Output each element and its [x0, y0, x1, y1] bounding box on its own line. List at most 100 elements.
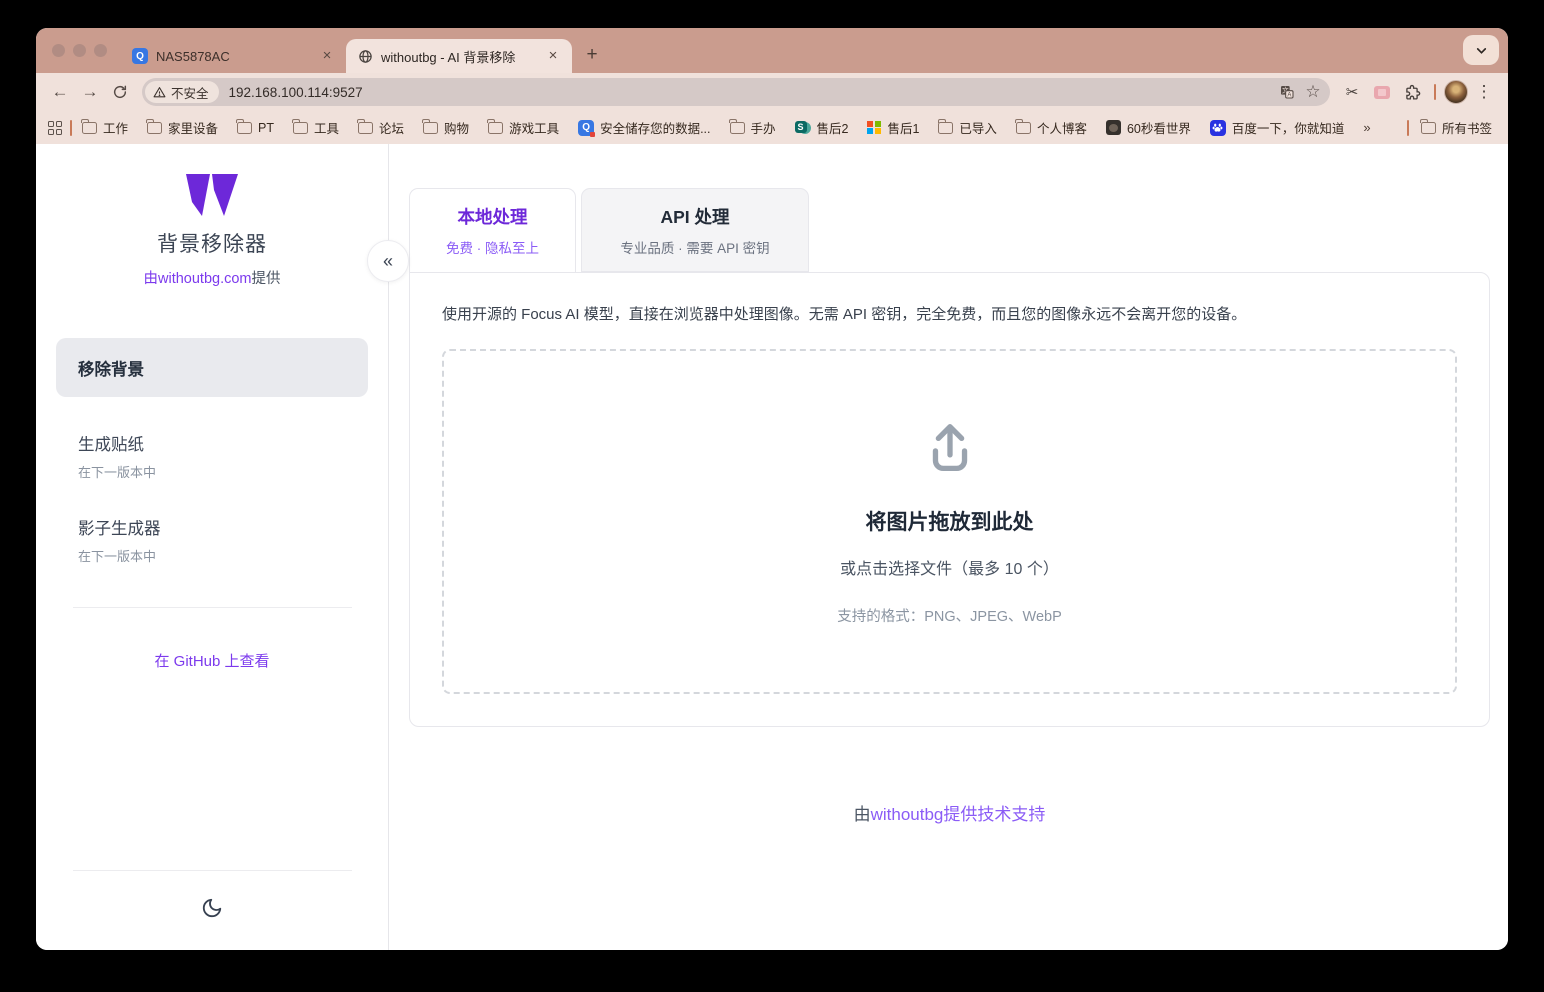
bookmark-folder[interactable]: 游戏工具 [488, 118, 559, 137]
bookmark-folder[interactable]: 工作 [82, 118, 128, 137]
folder-icon [147, 122, 162, 134]
github-link[interactable]: 在 GitHub 上查看 [154, 650, 269, 671]
page-content: « 背景移除器 由withoutbg.com提供 移除背景 生成贴纸 在下一版本… [36, 144, 1508, 950]
bookmark-label: 手办 [751, 118, 776, 137]
apps-grid-icon[interactable] [48, 121, 62, 135]
folder-icon [293, 122, 308, 134]
bookmark-baidu[interactable]: 百度一下，你就知道 [1210, 118, 1345, 137]
puzzle-icon [1404, 84, 1421, 101]
bookmark-label: 工作 [103, 118, 128, 137]
translate-button[interactable]: 文 A [1274, 79, 1300, 105]
bookmark-qnap[interactable]: Q 安全储存您的数据... [578, 118, 710, 137]
sidebar-item-generate-sticker[interactable]: 生成贴纸 在下一版本中 [56, 431, 368, 481]
close-tab-icon[interactable]: × [318, 47, 336, 65]
bookmark-folder[interactable]: 手办 [730, 118, 776, 137]
svg-text:A: A [1287, 93, 1291, 99]
address-bar[interactable]: 不安全 192.168.100.114:9527 文 A ☆ [142, 78, 1330, 106]
all-bookmarks-button[interactable]: 所有书签 [1421, 118, 1492, 137]
tab-api-processing[interactable]: API 处理 专业品质 · 需要 API 密钥 [581, 188, 809, 272]
folder-icon [1016, 122, 1031, 134]
bookmarks-separator [70, 120, 72, 136]
bookmark-folder[interactable]: 论坛 [358, 118, 404, 137]
upload-icon [919, 418, 981, 480]
bookmark-folder[interactable]: 购物 [423, 118, 469, 137]
dropzone-subline: 或点击选择文件（最多 10 个） [840, 555, 1059, 579]
reload-button[interactable] [106, 78, 134, 106]
tab-title: 本地处理 [458, 204, 528, 229]
footer-link[interactable]: withoutbg提供技术支持 [871, 805, 1046, 824]
minimize-window-button[interactable] [73, 44, 86, 57]
sharepoint-icon: S [795, 120, 811, 136]
folder-icon [82, 122, 97, 134]
tab-subtitle: 专业品质 · 需要 API 密钥 [620, 237, 769, 257]
tab-search-button[interactable] [1463, 35, 1499, 65]
dropzone-headline: 将图片拖放到此处 [866, 506, 1034, 536]
sidebar-collapse-button[interactable]: « [367, 240, 409, 282]
folder-icon [488, 122, 503, 134]
bookmark-label: 安全储存您的数据... [600, 118, 710, 137]
url-text[interactable]: 192.168.100.114:9527 [229, 85, 1274, 100]
tab-subtitle: 免费 · 隐私至上 [446, 237, 539, 257]
sidebar-divider [73, 607, 352, 608]
bookmark-label: 工具 [314, 118, 339, 137]
browser-menu-button[interactable]: ⋮ [1470, 78, 1498, 106]
bookmark-60s-world[interactable]: 60秒看世界 [1106, 118, 1191, 137]
bookmark-label: 百度一下，你就知道 [1232, 118, 1345, 137]
extensions-button[interactable] [1398, 78, 1426, 106]
close-window-button[interactable] [52, 44, 65, 57]
chevron-down-icon [1475, 44, 1488, 57]
browser-tab-nas[interactable]: Q NAS5878AC × [120, 39, 346, 73]
bookmark-label: 个人博客 [1037, 118, 1087, 137]
sidebar-item-label: 影子生成器 [78, 515, 368, 539]
forward-button[interactable]: → [76, 78, 104, 106]
new-tab-button[interactable]: + [578, 41, 606, 69]
bookmark-label: 售后1 [887, 118, 919, 137]
bookmark-sharepoint[interactable]: S 售后2 [795, 118, 849, 137]
main-area: 本地处理 免费 · 隐私至上 API 处理 专业品质 · 需要 API 密钥 使… [389, 144, 1508, 950]
tab-title: withoutbg - AI 背景移除 [381, 47, 536, 66]
folder-icon [423, 122, 438, 134]
bookmark-label: 已导入 [959, 118, 997, 137]
zoom-window-button[interactable] [94, 44, 107, 57]
cat-icon [1106, 120, 1121, 135]
tab-strip: Q NAS5878AC × withoutbg - AI 背景移除 × + [36, 28, 1508, 73]
tab-local-processing[interactable]: 本地处理 免费 · 隐私至上 [409, 188, 576, 272]
tab-title: API 处理 [660, 204, 729, 229]
qnap-icon: Q [578, 120, 594, 136]
site-security-chip[interactable]: 不安全 [145, 81, 219, 103]
sidebar-item-label: 生成贴纸 [78, 431, 368, 455]
browser-tab-withoutbg[interactable]: withoutbg - AI 背景移除 × [346, 39, 572, 73]
reload-icon [112, 84, 128, 100]
panel-description: 使用开源的 Focus AI 模型，直接在浏览器中处理图像。无需 API 密钥，… [442, 303, 1457, 324]
folder-icon [358, 122, 373, 134]
bookmark-star-button[interactable]: ☆ [1300, 79, 1326, 105]
byline-link[interactable]: withoutbg.com [158, 271, 252, 287]
bookmark-folder[interactable]: 家里设备 [147, 118, 218, 137]
all-bookmarks-label: 所有书签 [1442, 118, 1492, 137]
dark-mode-toggle[interactable] [201, 897, 223, 924]
bookmark-folder[interactable]: PT [237, 121, 274, 135]
sidebar-item-remove-background[interactable]: 移除背景 [56, 338, 368, 397]
app-byline: 由withoutbg.com提供 [144, 267, 281, 288]
window-controls[interactable] [52, 44, 107, 57]
back-button[interactable]: ← [46, 78, 74, 106]
nas-favicon-icon: Q [132, 48, 148, 64]
folder-icon [1421, 122, 1436, 134]
screenshot-extension-button[interactable]: ✂ [1338, 78, 1366, 106]
dropzone-formats: 支持的格式：PNG、JPEG、WebP [837, 605, 1062, 626]
image-dropzone[interactable]: 将图片拖放到此处 或点击选择文件（最多 10 个） 支持的格式：PNG、JPEG… [442, 349, 1457, 694]
bookmark-folder[interactable]: 已导入 [938, 118, 997, 137]
sidebar-item-shadow-generator[interactable]: 影子生成器 在下一版本中 [56, 515, 368, 565]
bookmarks-overflow-button[interactable]: » [1363, 120, 1368, 135]
bookmark-folder[interactable]: 工具 [293, 118, 339, 137]
bookmark-folder[interactable]: 个人博客 [1016, 118, 1087, 137]
profile-avatar[interactable] [1444, 80, 1468, 104]
close-tab-icon[interactable]: × [544, 47, 562, 65]
bookmark-label: 售后2 [817, 118, 849, 137]
local-processing-panel: 使用开源的 Focus AI 模型，直接在浏览器中处理图像。无需 API 密钥，… [409, 272, 1490, 727]
security-label: 不安全 [171, 83, 209, 102]
bookmark-label: 购物 [444, 118, 469, 137]
bookmark-microsoft[interactable]: 售后1 [867, 118, 919, 137]
sidebar-bottom [36, 870, 388, 950]
tv-extension-button[interactable] [1368, 78, 1396, 106]
